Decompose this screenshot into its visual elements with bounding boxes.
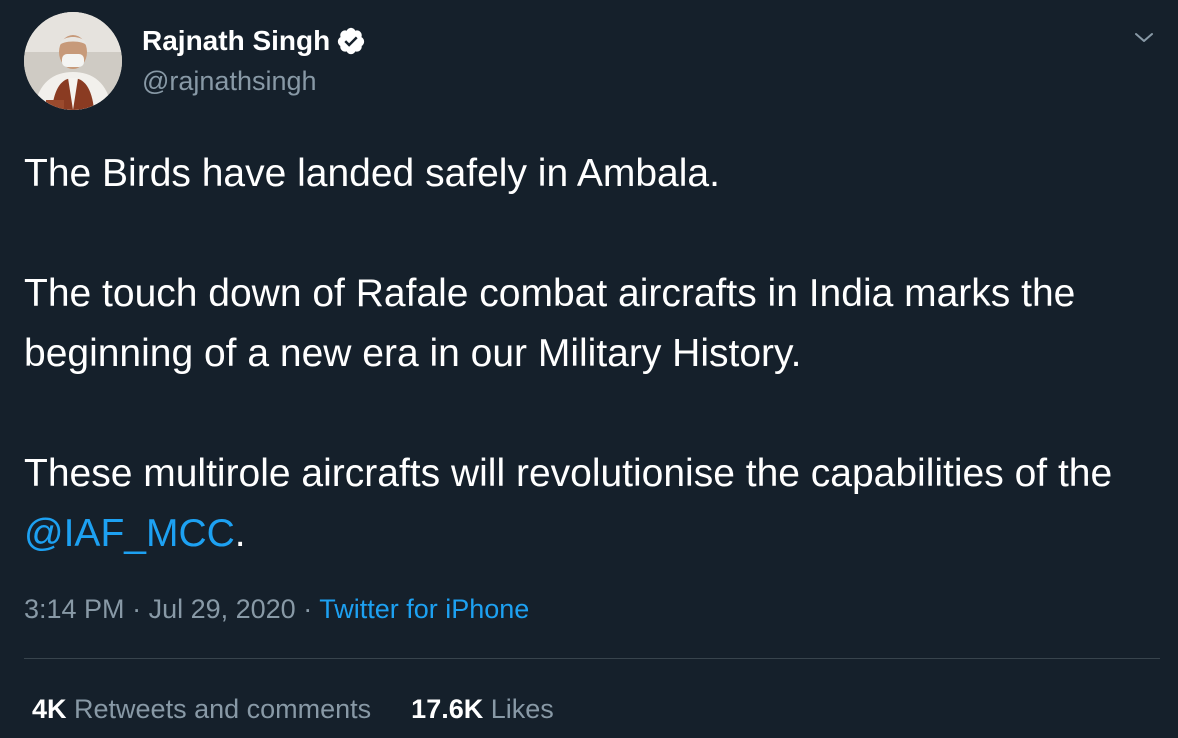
author-name-row[interactable]: Rajnath Singh — [142, 24, 366, 58]
author-display-name[interactable]: Rajnath Singh — [142, 24, 330, 58]
divider — [24, 658, 1160, 659]
tweet-card: Rajnath Singh @rajnathsingh The Birds ha… — [0, 0, 1178, 738]
likes-count: 17.6K — [411, 694, 484, 724]
tweet-text-segment: These multirole aircrafts will revolutio… — [24, 452, 1113, 495]
likes-stat[interactable]: 17.6K Likes — [411, 688, 554, 730]
retweets-stat[interactable]: 4K Retweets and comments — [32, 688, 371, 730]
author-handle[interactable]: @rajnathsingh — [142, 64, 317, 98]
mention-link[interactable]: @IAF_MCC — [24, 512, 235, 555]
avatar-image — [24, 12, 122, 110]
meta-separator: · — [124, 594, 149, 624]
retweets-label: Retweets and comments — [74, 694, 372, 724]
tweet-paragraph: The touch down of Rafale combat aircraft… — [24, 272, 1076, 375]
tweet-text-segment: . — [234, 512, 246, 555]
tweet-stats: 4K Retweets and comments 17.6K Likes — [32, 688, 554, 730]
tweet-paragraph: These multirole aircrafts will revolutio… — [24, 444, 1159, 564]
tweet-date[interactable]: Jul 29, 2020 — [149, 594, 296, 624]
avatar[interactable] — [24, 12, 122, 110]
tweet-time[interactable]: 3:14 PM — [24, 594, 125, 624]
tweet-paragraph: The Birds have landed safely in Ambala. — [24, 152, 720, 195]
tweet-text: The Birds have landed safely in Ambala. … — [24, 144, 1159, 564]
tweet-metadata: 3:14 PM · Jul 29, 2020 · Twitter for iPh… — [24, 588, 529, 630]
meta-separator: · — [295, 594, 320, 624]
more-options-button[interactable] — [1130, 24, 1158, 52]
likes-label: Likes — [490, 694, 554, 724]
retweets-count: 4K — [32, 694, 67, 724]
chevron-down-icon — [1135, 33, 1153, 42]
verified-badge-icon — [336, 26, 366, 56]
tweet-source-link[interactable]: Twitter for iPhone — [319, 594, 529, 624]
